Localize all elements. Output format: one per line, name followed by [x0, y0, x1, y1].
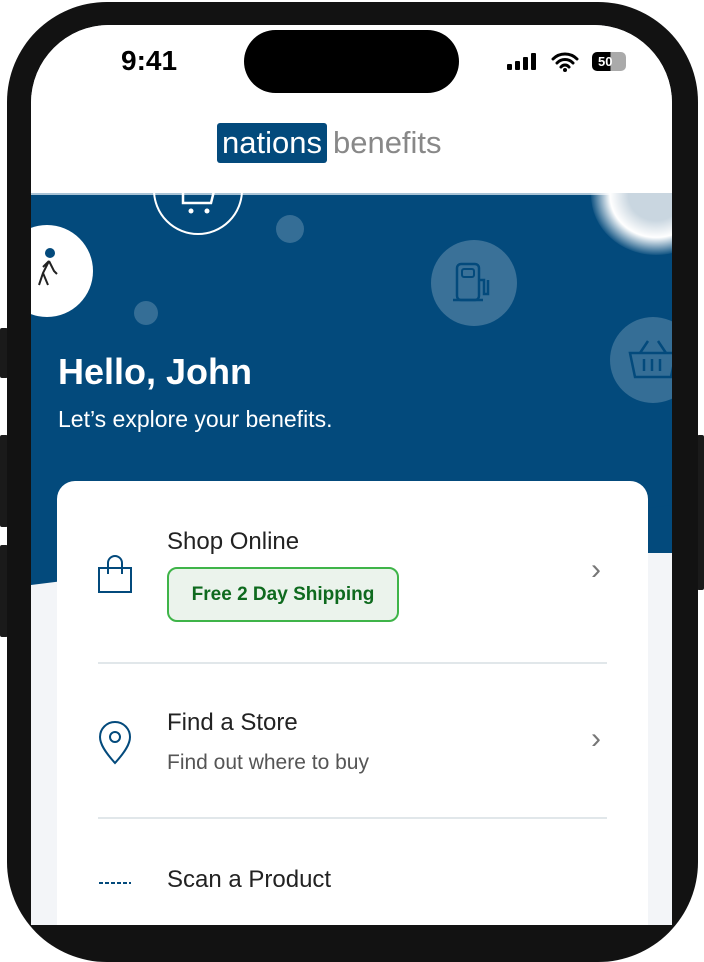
greeting: Hello, John	[58, 351, 253, 392]
basket-icon	[610, 317, 672, 403]
dynamic-island	[244, 30, 459, 93]
menu-item-description: Find out where to buy	[167, 751, 369, 774]
fuel-pump-icon	[431, 240, 517, 326]
barcode-icon	[99, 882, 131, 884]
menu-item-title: Shop Online	[167, 528, 300, 555]
menu-item-shop-online[interactable]: Shop Online Free 2 Day Shipping ›	[57, 481, 648, 661]
status-bar: 9:41 50 nations benefits	[31, 25, 672, 193]
power-button	[697, 435, 704, 590]
nations-benefits-logo: nations benefits	[217, 123, 442, 163]
menu-item-title: Find a Store	[167, 709, 298, 736]
shipping-badge: Free 2 Day Shipping	[167, 567, 399, 622]
shopping-bag-icon	[98, 555, 132, 593]
signal-icon	[507, 53, 536, 70]
wifi-icon	[551, 52, 579, 72]
screen: 9:41 50 nations benefits Hello, John Let’…	[31, 25, 672, 925]
greeting-subtitle: Let’s explore your benefits.	[58, 406, 333, 432]
menu-item-find-store[interactable]: Find a Store Find out where to buy ›	[57, 664, 648, 816]
benefits-menu-card: Shop Online Free 2 Day Shipping › Find a…	[57, 481, 648, 925]
menu-item-scan-product[interactable]: Scan a Product	[57, 819, 648, 925]
chevron-right-icon: ›	[591, 553, 601, 586]
battery-icon: 50	[592, 52, 626, 71]
chevron-right-icon: ›	[591, 722, 601, 755]
map-pin-icon	[98, 721, 132, 765]
menu-item-title: Scan a Product	[167, 866, 332, 893]
walking-person-icon	[31, 225, 93, 317]
status-time: 9:41	[121, 45, 178, 76]
